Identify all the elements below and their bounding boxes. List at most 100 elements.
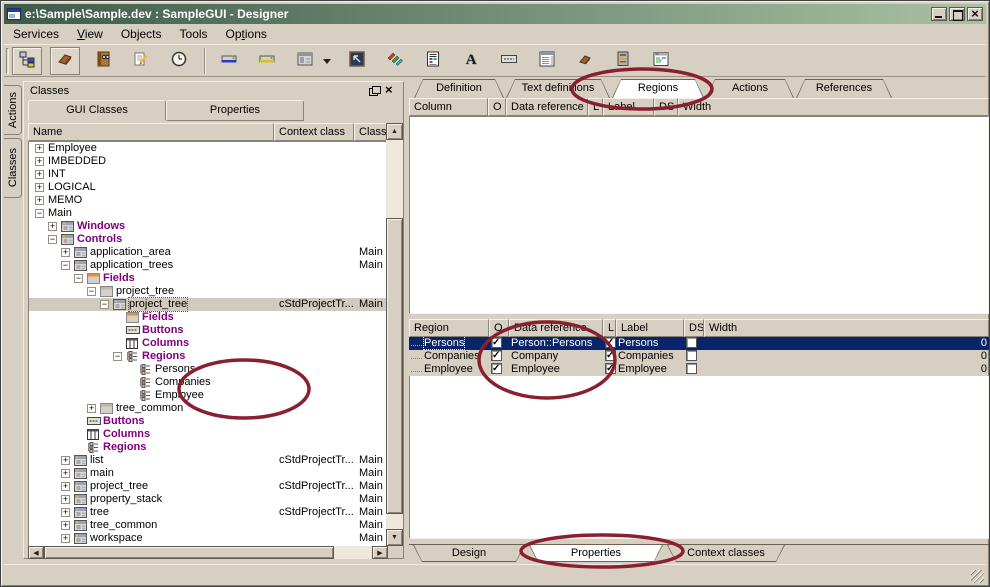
tab-properties[interactable]: Properties: [529, 545, 663, 562]
tab-definition[interactable]: Definition: [414, 79, 504, 98]
toolbar-button-button-widget-icon[interactable]: [494, 47, 524, 75]
float-panel-icon[interactable]: [367, 85, 381, 97]
toolbar-button-clock-icon[interactable]: [164, 47, 194, 75]
toolbar-button-class-hierarchy-icon[interactable]: [12, 47, 42, 75]
l-checkbox[interactable]: [605, 350, 616, 361]
dock-tab-actions[interactable]: Actions: [4, 85, 22, 135]
tree-expander-plus[interactable]: +: [87, 404, 96, 413]
tree-item-buttons[interactable]: Buttons: [29, 415, 386, 428]
tree-expander-minus[interactable]: −: [61, 261, 70, 270]
toolbar-button-server-icon[interactable]: [608, 47, 638, 75]
tree-expander-plus[interactable]: +: [61, 521, 70, 530]
regions-table-header-label[interactable]: Label: [616, 319, 684, 337]
scroll-down-button[interactable]: ▼: [386, 529, 403, 546]
menu-view[interactable]: View: [68, 25, 112, 43]
toolbar-button-eraser-small-icon[interactable]: [570, 47, 600, 75]
tree-expander-plus[interactable]: +: [61, 248, 70, 257]
region-row-employee[interactable]: EmployeeEmployeeEmployee0: [409, 363, 989, 376]
dock-tab-classes[interactable]: Classes: [4, 138, 22, 198]
titlebar[interactable]: e:\Sample\Sample.dev : SampleGUI - Desig…: [4, 4, 986, 24]
regions-table-header-data-reference[interactable]: Data reference: [509, 319, 603, 337]
tree-item-employee[interactable]: Employee: [29, 389, 386, 402]
region-row-persons[interactable]: PersonsPerson::PersonsPersons0: [409, 337, 989, 350]
columns-table-header-l[interactable]: L: [588, 98, 603, 116]
tab-actions[interactable]: Actions: [706, 79, 794, 98]
tree-expander-plus[interactable]: +: [61, 482, 70, 491]
tab-text-definitions[interactable]: Text definitions: [506, 79, 610, 98]
horizontal-scrollbar-thumb[interactable]: [44, 546, 334, 559]
scroll-right-button[interactable]: ▶: [372, 546, 388, 559]
tree-item-project_tree[interactable]: −project_tree: [29, 285, 386, 298]
ds-checkbox[interactable]: [686, 363, 697, 374]
tree-item-imbedded[interactable]: +IMBEDDED: [29, 155, 386, 168]
tree-item-fields[interactable]: −Fields: [29, 272, 386, 285]
tree-item-application_trees[interactable]: −application_treesMain: [29, 259, 386, 272]
menu-services[interactable]: Services: [4, 25, 68, 43]
tab-properties[interactable]: Properties: [166, 100, 304, 121]
tree-item-project_tree[interactable]: +project_treecStdProjectTr...Main: [29, 480, 386, 493]
l-checkbox[interactable]: [605, 337, 616, 348]
tree-item-tree_common[interactable]: +tree_commonMain: [29, 519, 386, 532]
tree-expander-plus[interactable]: +: [35, 144, 44, 153]
toolbar-button-edit-note-icon[interactable]: [126, 47, 156, 75]
tab-context-classes[interactable]: Context classes: [667, 545, 785, 562]
tree-expander-minus[interactable]: −: [74, 274, 83, 283]
vertical-scrollbar-thumb[interactable]: [386, 218, 403, 514]
tree-item-regions[interactable]: Regions: [29, 441, 386, 454]
tree-expander-minus[interactable]: −: [113, 352, 122, 361]
toolbar-button-form-window-icon[interactable]: [290, 47, 320, 75]
toolbar-button-eraser-icon[interactable]: [50, 47, 80, 75]
tree-item-property_stack[interactable]: +property_stackMain: [29, 493, 386, 506]
tree-expander-plus[interactable]: +: [35, 157, 44, 166]
tree-column-header-class[interactable]: Class: [354, 123, 387, 141]
columns-table-header-o[interactable]: O: [488, 98, 506, 116]
regions-table-header-l[interactable]: L: [603, 319, 616, 337]
tree-item-buttons[interactable]: Buttons: [29, 324, 386, 337]
menu-options[interactable]: Options: [217, 25, 276, 43]
tree-item-tree_common[interactable]: +tree_common: [29, 402, 386, 415]
tree-column-header-name[interactable]: Name: [28, 123, 274, 141]
l-checkbox[interactable]: [605, 363, 616, 374]
regions-table-header-o[interactable]: O: [489, 319, 509, 337]
tree-item-tree[interactable]: +treecStdProjectTr...Main: [29, 506, 386, 519]
tree-expander-plus[interactable]: +: [61, 469, 70, 478]
tree-item-columns[interactable]: Columns: [29, 428, 386, 441]
scroll-left-button[interactable]: ◀: [28, 546, 44, 559]
tree-item-persons[interactable]: Persons: [29, 363, 386, 376]
toolbar-button-report-icon[interactable]: [418, 47, 448, 75]
tab-regions[interactable]: Regions: [612, 79, 704, 98]
maximize-button[interactable]: [949, 7, 965, 21]
tree-item-regions[interactable]: −Regions: [29, 350, 386, 363]
tree-item-logical[interactable]: +LOGICAL: [29, 181, 386, 194]
columns-table-header-column[interactable]: Column: [409, 98, 488, 116]
tree-item-int[interactable]: +INT: [29, 168, 386, 181]
scroll-up-button[interactable]: ▲: [386, 123, 403, 140]
tree-expander-minus[interactable]: −: [100, 300, 109, 309]
tree-item-main[interactable]: −Main: [29, 207, 386, 220]
tab-design[interactable]: Design: [413, 545, 525, 562]
tree-expander-plus[interactable]: +: [35, 170, 44, 179]
tree-expander-plus[interactable]: +: [61, 534, 70, 543]
tree-expander-plus[interactable]: +: [61, 508, 70, 517]
o-checkbox[interactable]: [491, 363, 502, 374]
tab-gui-classes[interactable]: GUI Classes: [28, 100, 166, 121]
region-row-companies[interactable]: CompaniesCompanyCompanies0: [409, 350, 989, 363]
tree-expander-plus[interactable]: +: [48, 222, 57, 231]
tab-references[interactable]: References: [796, 79, 892, 98]
tree-item-columns[interactable]: Columns: [29, 337, 386, 350]
tree-item-employee[interactable]: +Employee: [29, 142, 386, 155]
o-checkbox[interactable]: [491, 350, 502, 361]
toolbar-button-drive-blue-icon[interactable]: [214, 47, 244, 75]
tree-expander-plus[interactable]: +: [61, 495, 70, 504]
regions-table-header-width[interactable]: Width: [704, 319, 989, 337]
tree-expander-plus[interactable]: +: [35, 196, 44, 205]
toolbar-button-book-icon[interactable]: [88, 47, 118, 75]
close-panel-icon[interactable]: [383, 85, 397, 97]
toolbar-button-ribbon-icon[interactable]: [380, 47, 410, 75]
tree-item-workspace[interactable]: +workspaceMain: [29, 532, 386, 545]
columns-table-header-ds[interactable]: DS: [654, 98, 678, 116]
tree-item-memo[interactable]: +MEMO: [29, 194, 386, 207]
minimize-button[interactable]: [931, 7, 947, 21]
resize-grip[interactable]: [971, 570, 984, 583]
tree-expander-plus[interactable]: +: [61, 456, 70, 465]
